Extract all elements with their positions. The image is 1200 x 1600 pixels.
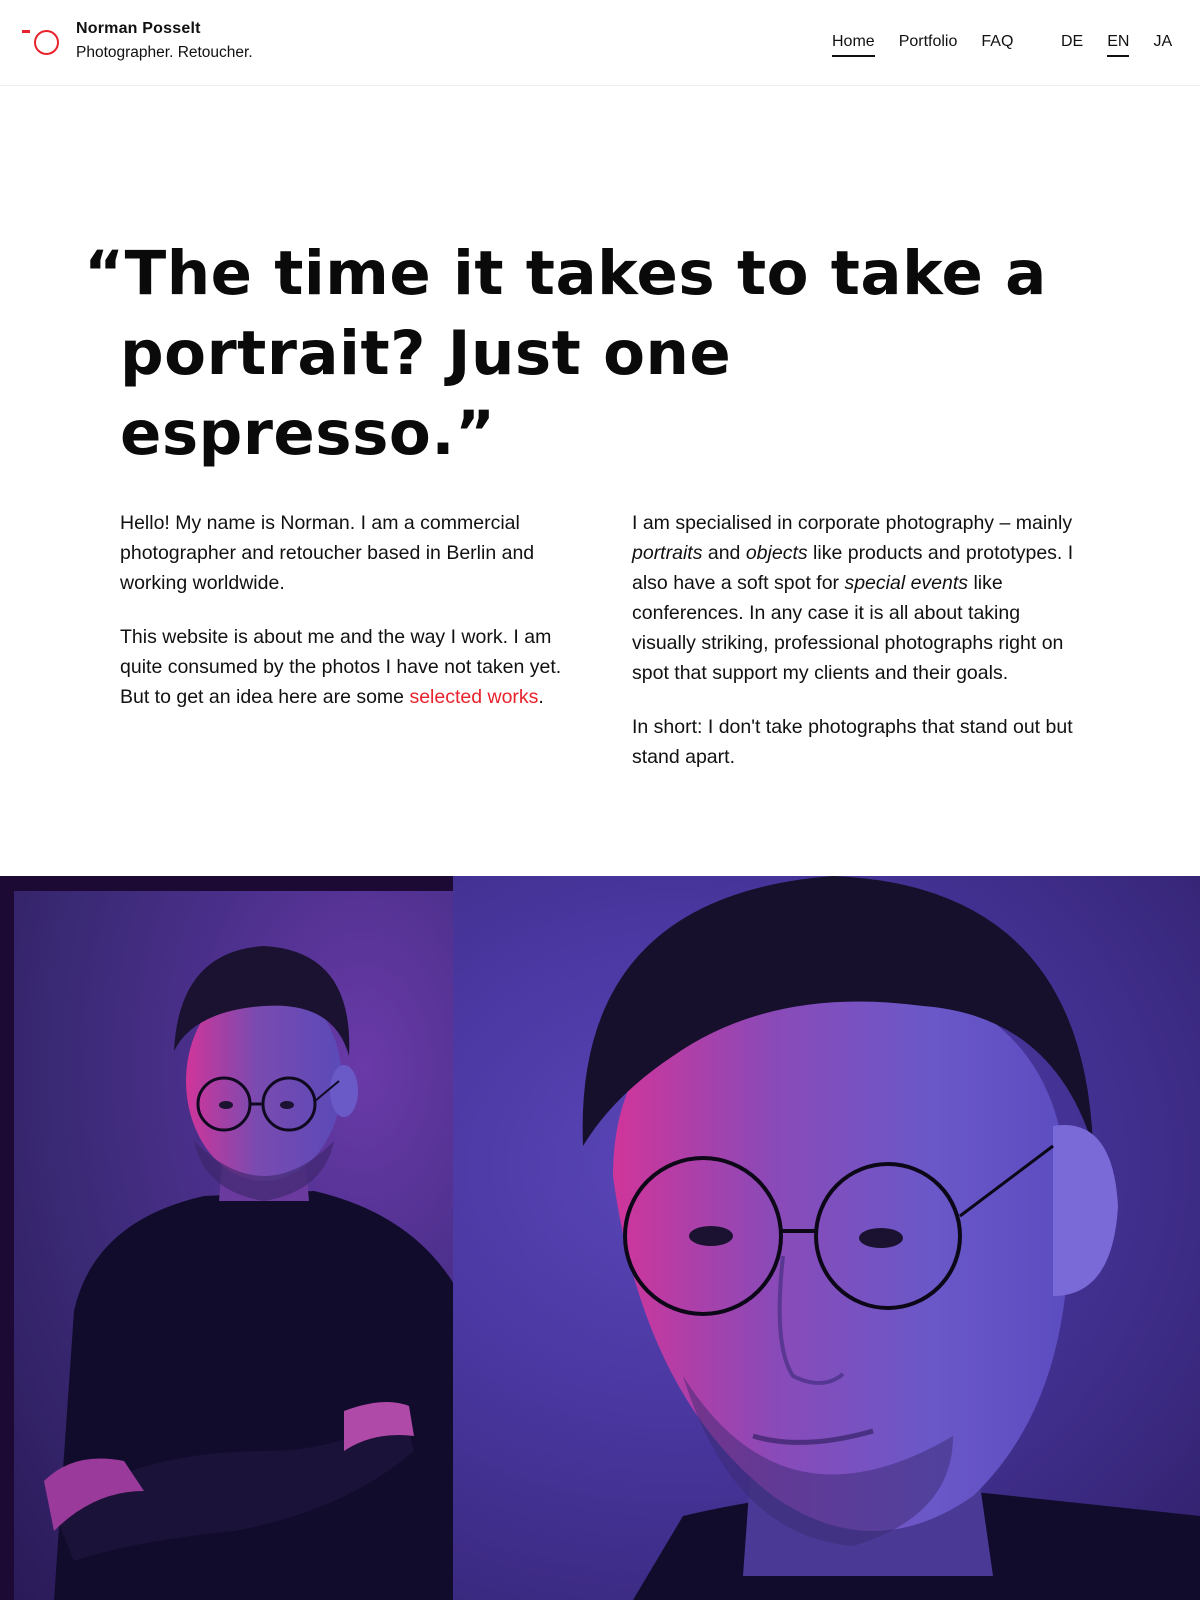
hero-quote: “The time it takes to take a portrait? J… xyxy=(84,234,1084,474)
portrait-gallery xyxy=(0,876,1200,1600)
site-header: Norman Posselt Photographer. Retoucher. … xyxy=(0,0,1200,86)
site-tagline: Photographer. Retoucher. xyxy=(76,44,253,61)
camera-logo-icon[interactable] xyxy=(22,28,62,58)
nav-faq[interactable]: FAQ xyxy=(981,33,1013,55)
portrait-photo-closeup[interactable] xyxy=(453,876,1200,1600)
specialisation-paragraph: I am specialised in corporate photograph… xyxy=(632,512,1074,684)
summary-paragraph: In short: I don't take photographs that … xyxy=(632,716,1073,768)
hero-quote-line-2: portrait? Just one espresso.” xyxy=(120,318,732,469)
selected-works-link[interactable]: selected works xyxy=(409,686,538,708)
intro-right-column: I am specialised in corporate photograph… xyxy=(632,508,1082,796)
portrait-photo-half-body[interactable] xyxy=(14,891,512,1600)
intro-left-column: Hello! My name is Norman. I am a commerc… xyxy=(120,508,570,736)
main-nav: Home Portfolio FAQ xyxy=(832,33,1013,57)
intro-paragraph-2: This website is about me and the way I w… xyxy=(120,626,562,708)
lang-de[interactable]: DE xyxy=(1061,33,1083,55)
hero-quote-line-1: “The time it takes to take a xyxy=(84,238,1047,309)
site-name: Norman Posselt xyxy=(76,20,201,37)
intro-paragraph-1: Hello! My name is Norman. I am a commerc… xyxy=(120,512,535,594)
lang-en[interactable]: EN xyxy=(1107,33,1130,57)
nav-portfolio[interactable]: Portfolio xyxy=(899,33,958,55)
language-switcher: DE EN JA xyxy=(1061,33,1172,57)
nav-home[interactable]: Home xyxy=(832,33,875,57)
brand[interactable]: Norman Posselt Photographer. Retoucher. xyxy=(76,20,253,62)
lang-ja[interactable]: JA xyxy=(1153,33,1172,55)
